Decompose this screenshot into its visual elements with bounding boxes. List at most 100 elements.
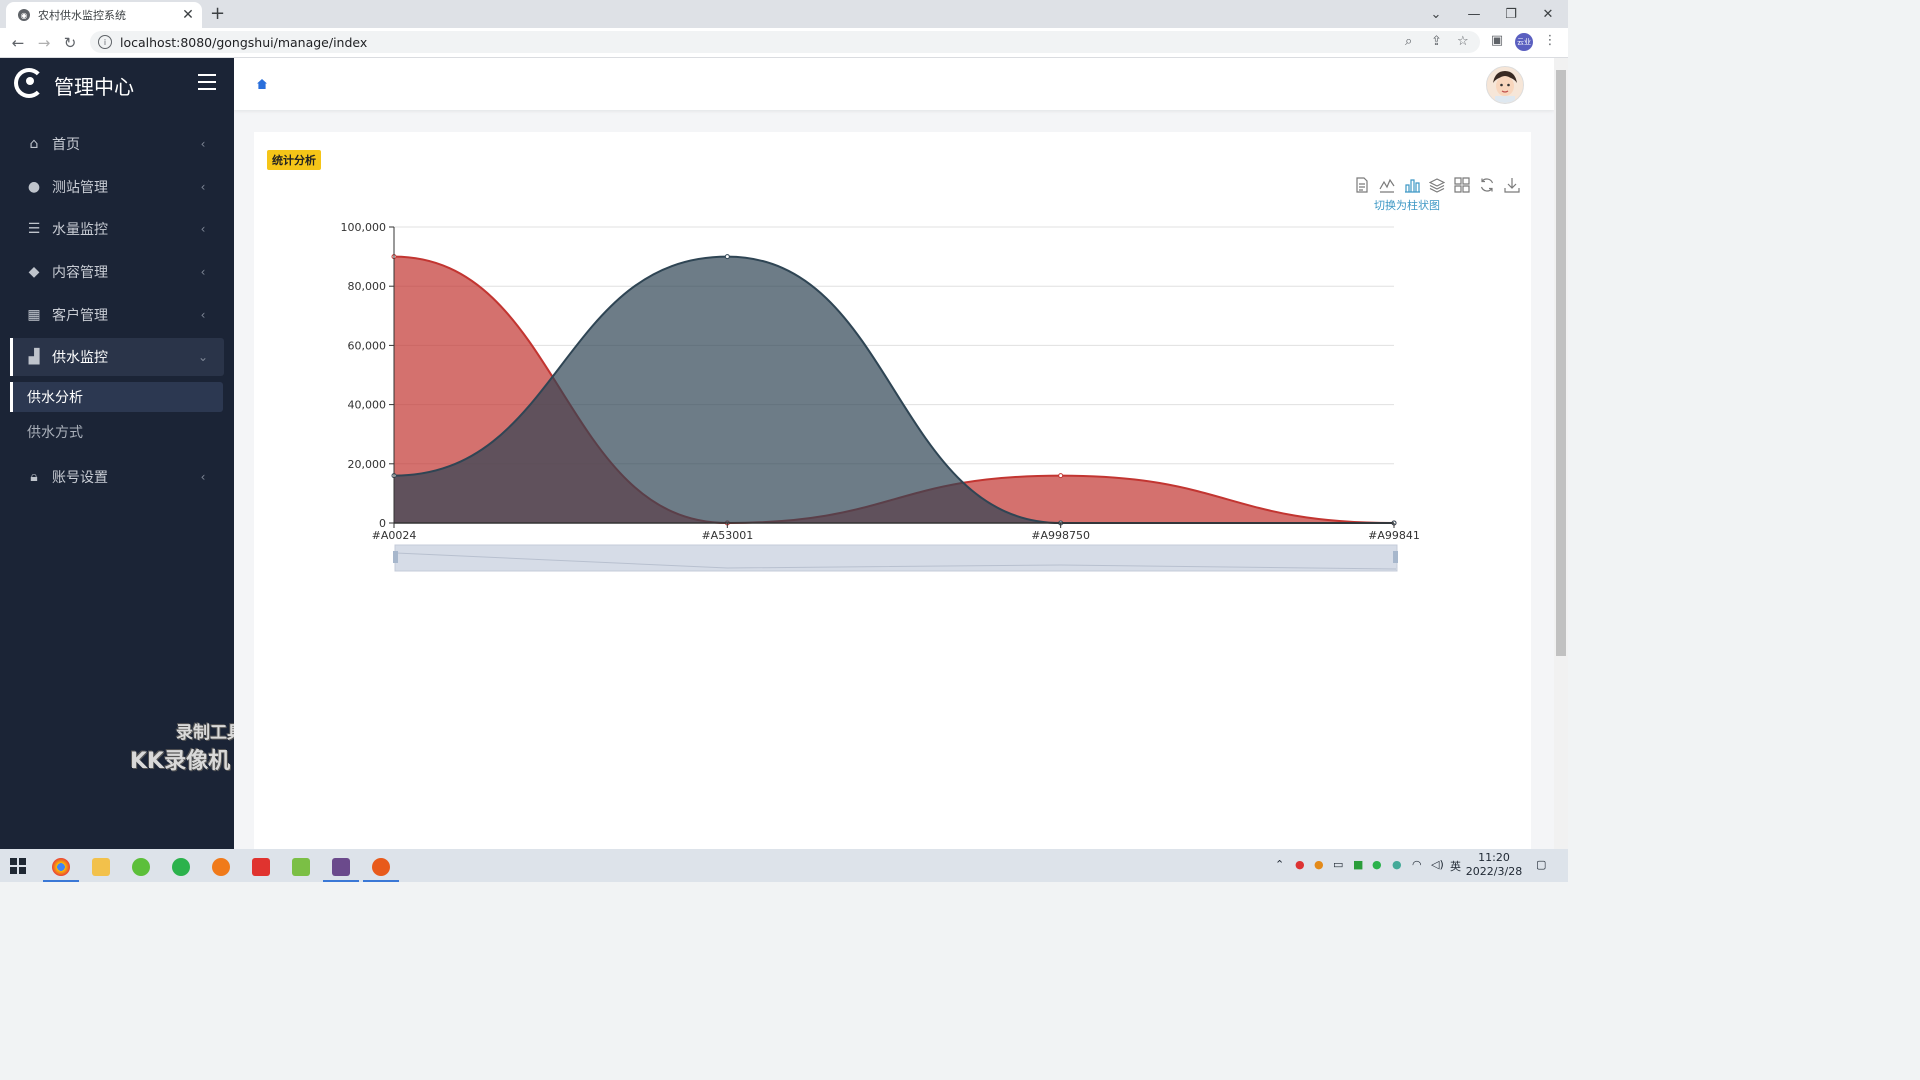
page-scrollbar[interactable] (1554, 58, 1568, 849)
tab-search-icon[interactable]: ⌄ (1418, 0, 1454, 28)
chevron-left-icon: ‹ (200, 470, 206, 484)
reload-icon[interactable]: ↻ (60, 33, 80, 53)
toolbox-tooltip: 切换为柱状图 (1374, 199, 1440, 212)
restore-window-icon[interactable]: ❐ (1493, 0, 1529, 28)
datazoom-handle-left (393, 551, 398, 563)
sidebar-item-home[interactable]: ⌂ 首页 ‹ (10, 125, 224, 163)
globe-icon: ◉ (18, 9, 30, 21)
address-bar-row: ← → ↻ i localhost:8080/gongshui/manage/i… (0, 28, 1568, 58)
minimize-icon[interactable]: — (1456, 0, 1492, 28)
new-tab-icon[interactable]: + (210, 4, 225, 24)
droplet-icon: ● (27, 179, 41, 195)
tags-icon: ◆ (28, 264, 40, 280)
taskbar-wps[interactable] (241, 852, 281, 882)
y-tick-label: 60,000 (348, 339, 387, 352)
sidebar-item-content[interactable]: ◆ 内容管理 ‹ (10, 253, 224, 291)
line-chart-icon[interactable] (1374, 177, 1399, 195)
notification-icon[interactable]: ▢ (1536, 858, 1546, 871)
sidebar-subitem-supply-analysis[interactable]: 供水分析 (10, 382, 223, 412)
close-window-icon[interactable]: ✕ (1530, 0, 1566, 28)
zoom-icon[interactable]: ⌕ (1405, 34, 1412, 49)
data-point (1058, 473, 1064, 479)
sidebar-subitem-supply-method[interactable]: 供水方式 (10, 417, 223, 447)
y-tick-label: 80,000 (348, 280, 387, 293)
taskbar-search-app[interactable] (201, 852, 241, 882)
taskbar-gear-app[interactable] (321, 852, 361, 882)
forward-icon[interactable]: → (34, 33, 54, 53)
ime-indicator[interactable]: 英 (1450, 858, 1461, 874)
logo-icon (14, 68, 44, 98)
scrollbar-thumb[interactable] (1556, 70, 1566, 656)
sidebar-item-customers[interactable]: ▦ 客户管理 ‹ (10, 296, 224, 334)
data-view-icon[interactable] (1349, 177, 1374, 195)
share-icon[interactable]: ⇪ (1431, 34, 1442, 49)
url-field[interactable]: i localhost:8080/gongshui/manage/index ⌕… (90, 31, 1480, 53)
bookmark-star-icon[interactable]: ☆ (1457, 34, 1469, 49)
home-icon[interactable] (256, 78, 268, 90)
info-icon[interactable]: i (98, 35, 112, 49)
tab-title: 农村供水监控系统 (38, 9, 126, 22)
tray-app-icon[interactable]: ■ (1353, 858, 1363, 871)
tray-security-icon[interactable]: ● (1295, 858, 1305, 871)
restore-icon[interactable] (1474, 177, 1499, 195)
users-icon: ☰ (27, 221, 41, 237)
download-icon[interactable] (1499, 177, 1524, 195)
chart-toolbox (1349, 177, 1524, 195)
x-tick-label: #A0024 (372, 529, 417, 542)
os-taskbar: ⌃ ● ● ▭ ■ ● ● ◠ ◁) 英 11:20 2022/3/28 ▢ (0, 849, 1568, 882)
recorder-watermark: 录制工具 KK录像机 (130, 723, 244, 774)
tray-device-icon[interactable]: ▭ (1333, 858, 1343, 871)
taskbar-explorer[interactable] (81, 852, 121, 882)
chevron-down-icon: ⌄ (197, 350, 209, 364)
back-icon[interactable]: ← (8, 33, 28, 53)
x-tick-label: #A53001 (701, 529, 753, 542)
profile-avatar[interactable]: 云业 (1515, 33, 1533, 51)
tray-expand-icon[interactable]: ⌃ (1275, 858, 1284, 871)
x-tick-label: #A998750 (1031, 529, 1090, 542)
y-tick-label: 100,000 (341, 221, 387, 234)
chevron-left-icon: ‹ (200, 222, 206, 236)
stats-card: 统计分析 0 20,000 40,000 60,000 80,000 100,000 #A0… (254, 132, 1531, 849)
menu-toggle-icon[interactable] (198, 74, 216, 90)
lock-icon: 🔒︎ (30, 469, 38, 485)
x-tick-label: #A99841 (1368, 529, 1420, 542)
brand-title: 管理中心 (54, 75, 134, 99)
stack-icon[interactable] (1424, 177, 1449, 195)
tray-wechat-icon[interactable]: ● (1372, 858, 1382, 871)
tray-app2-icon[interactable]: ● (1392, 858, 1402, 871)
taskbar-notepad[interactable] (281, 852, 321, 882)
data-point (724, 254, 730, 260)
taskbar-clock[interactable]: 11:20 2022/3/28 (1462, 851, 1526, 879)
taskbar-wechat[interactable] (161, 852, 201, 882)
chevron-left-icon: ‹ (200, 308, 206, 322)
home-icon: ⌂ (29, 136, 39, 152)
chevron-left-icon: ‹ (200, 180, 206, 194)
bar-chart-icon[interactable] (1399, 177, 1424, 195)
taskbar-app-green[interactable] (121, 852, 161, 882)
volume-icon[interactable]: ◁) (1431, 858, 1444, 871)
sidebar-item-water-monitor[interactable]: ☰ 水量监控 ‹ (10, 210, 224, 248)
bar-chart-icon: ▟ (28, 349, 40, 365)
chevron-left-icon: ‹ (200, 265, 206, 279)
side-panel-icon[interactable]: ▣ (1488, 33, 1506, 48)
brand: 管理中心 (0, 58, 234, 110)
datazoom-handle-right (1393, 551, 1398, 563)
sidebar: 管理中心 ⌂ 首页 ‹ ● 测站管理 ‹ ☰ 水量监控 ‹ ◆ 内容管理 ‹ ▦… (0, 58, 244, 849)
taskbar-recorder[interactable] (361, 852, 401, 882)
more-menu-icon[interactable]: ⋮ (1541, 33, 1559, 48)
y-tick-label: 20,000 (348, 458, 387, 471)
sidebar-item-stations[interactable]: ● 测站管理 ‹ (10, 168, 224, 206)
taskbar-chrome[interactable] (41, 852, 81, 882)
top-header (234, 58, 1554, 110)
close-tab-icon[interactable]: ✕ (180, 7, 196, 23)
tray-search-icon[interactable]: ● (1314, 858, 1324, 871)
user-avatar[interactable] (1486, 66, 1524, 104)
wifi-icon[interactable]: ◠ (1412, 858, 1422, 871)
windows-start-icon[interactable] (10, 858, 26, 874)
browser-tab-bar: ◉ 农村供水监控系统 ✕ + ⌄ — ❐ ✕ (0, 0, 1568, 28)
main-content: 统计分析 0 20,000 40,000 60,000 80,000 100,000 #A0… (234, 58, 1554, 849)
sidebar-item-account[interactable]: 🔒︎ 账号设置 ‹ (10, 458, 224, 496)
sidebar-item-supply-monitor[interactable]: ▟ 供水监控 ⌄ (10, 338, 224, 376)
browser-tab[interactable]: ◉ 农村供水监控系统 ✕ (6, 2, 202, 28)
tiled-icon[interactable] (1449, 177, 1474, 195)
